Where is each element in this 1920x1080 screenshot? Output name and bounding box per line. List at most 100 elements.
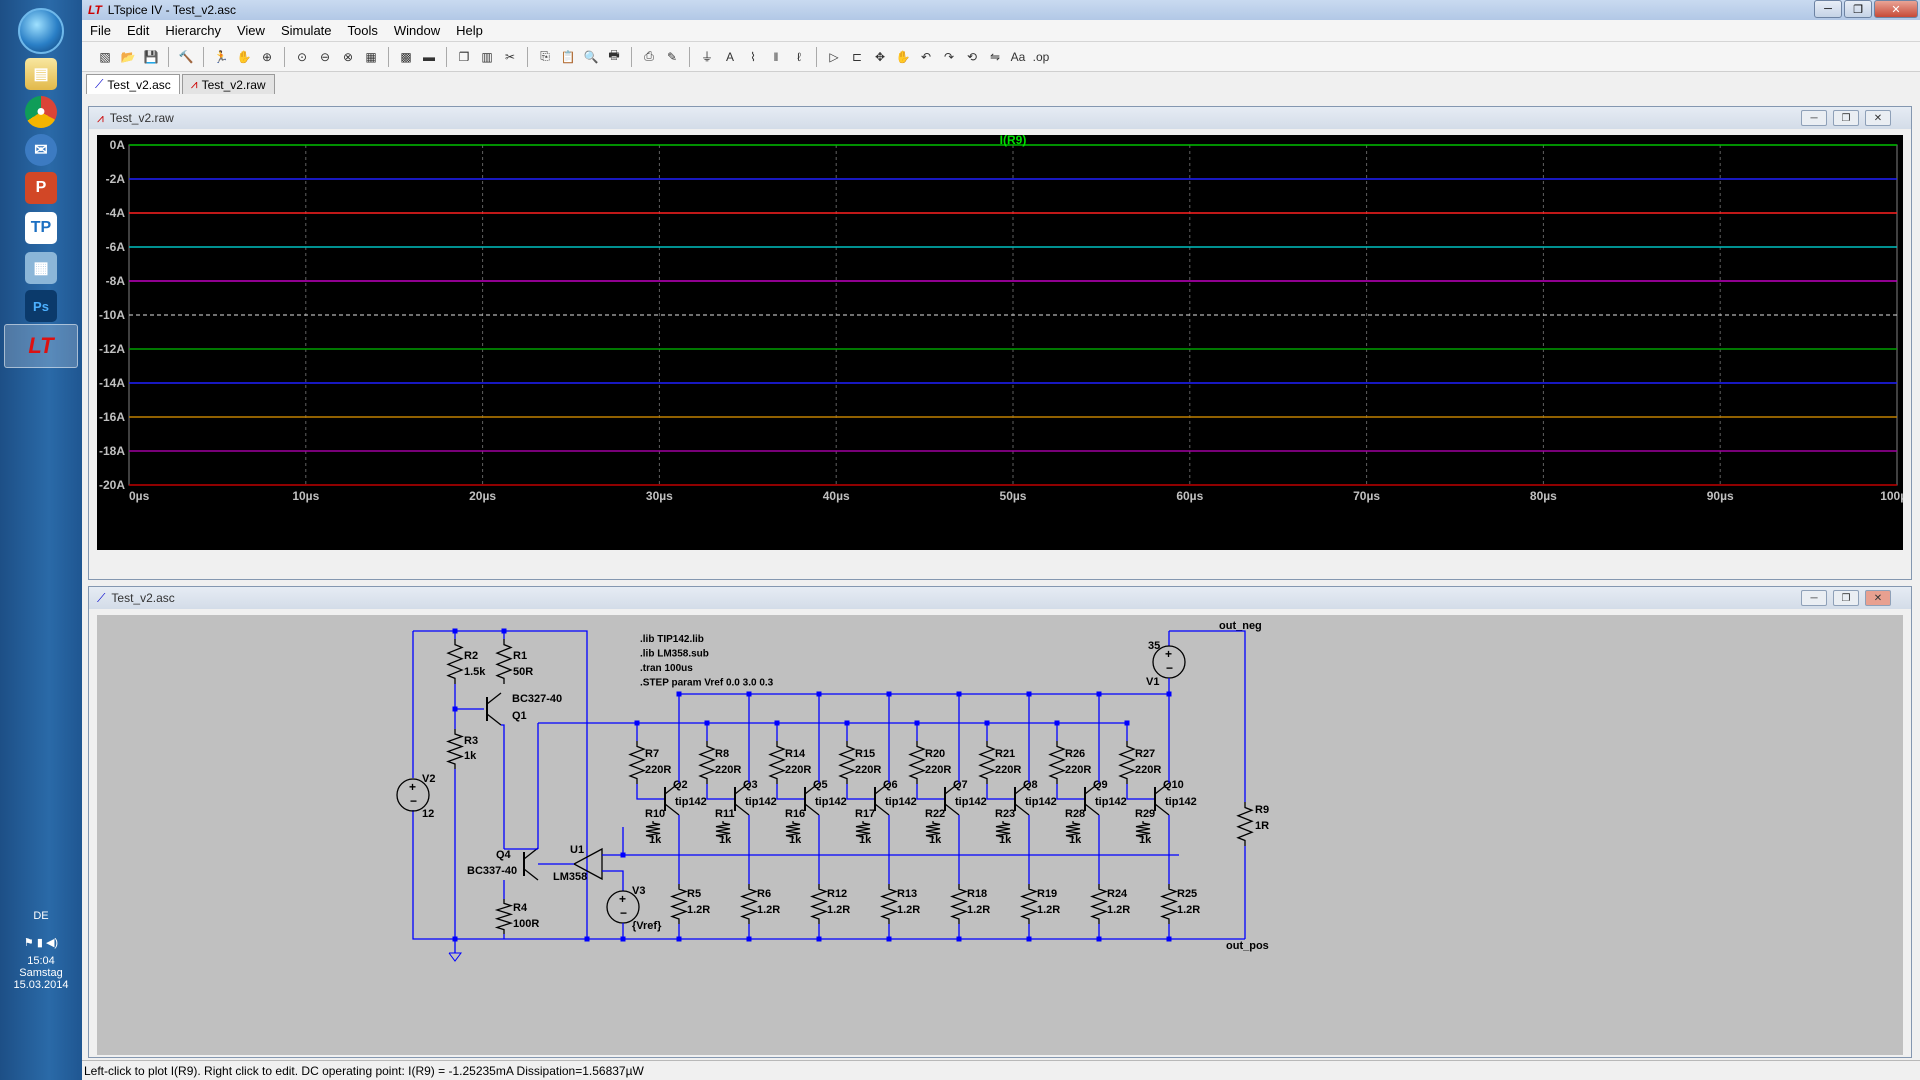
chrome-icon: ● (25, 96, 57, 128)
plot-close-button[interactable]: ✕ (1865, 110, 1891, 126)
powerpoint-icon: P (25, 172, 57, 204)
menu-view[interactable]: View (229, 23, 273, 38)
menu-edit[interactable]: Edit (119, 23, 157, 38)
system-tray: DE ⚑ ▮ ◀) 15:04 Samstag 15.03.2014 (0, 910, 82, 991)
textpad-button[interactable]: TP (4, 206, 78, 250)
resistor-r24 (1090, 884, 1108, 924)
zoom-fit-icon[interactable]: ⊗ (339, 48, 357, 66)
menu-hierarchy[interactable]: Hierarchy (157, 23, 229, 38)
junction (1166, 691, 1172, 697)
drag-icon[interactable]: ✋ (894, 48, 912, 66)
label-q9: Q9 (1093, 779, 1108, 791)
redo-icon[interactable]: ↷ (940, 48, 958, 66)
label-r27: R27 (1135, 748, 1155, 760)
schematic-minimize-button[interactable]: ─ (1801, 590, 1827, 606)
label-icon[interactable]: A (721, 48, 739, 66)
label-r15: R15 (855, 748, 875, 760)
windows-start-icon[interactable] (18, 8, 64, 54)
grid-icon[interactable]: ▩ (397, 48, 415, 66)
spice-directive-icon[interactable]: .op (1032, 48, 1050, 66)
cascade-icon[interactable]: ❐ (455, 48, 473, 66)
language-indicator[interactable]: DE (0, 910, 82, 922)
junction (956, 691, 962, 697)
source-plus-sign: + (1165, 647, 1172, 661)
toolbar-separator (284, 46, 285, 67)
menu-help[interactable]: Help (448, 23, 491, 38)
zoom-pan-icon[interactable]: ⊙ (293, 48, 311, 66)
text-icon[interactable]: Aa (1009, 48, 1027, 66)
transistor-q1-emitter (486, 713, 502, 726)
toolbar-separator (388, 46, 389, 67)
label-r20: R20 (925, 748, 945, 760)
copy-icon[interactable]: ⎘ (536, 48, 554, 66)
close-button[interactable]: ✕ (1874, 0, 1918, 18)
cut-icon[interactable]: ✂ (501, 48, 519, 66)
mirror-icon[interactable]: ⇋ (986, 48, 1004, 66)
photoshop-button[interactable]: Ps (4, 284, 78, 328)
waveform-plot[interactable]: 0µs 10µs 20µs 30µs 40µs 50µs 60µs 70µs 80µs 90µs 1… (97, 133, 1914, 550)
toolbar-separator (689, 46, 690, 67)
print-icon[interactable]: 🖶 (605, 48, 623, 66)
resistor-r26 (1048, 741, 1066, 784)
label-r18: R18 (967, 888, 987, 900)
zoom-in-icon[interactable]: ⊕ (258, 48, 276, 66)
minimize-button[interactable]: ─ (1814, 0, 1842, 18)
schematic-canvas[interactable]: .lib TIP142.lib .lib LM358.sub .tran 100us… (97, 615, 1903, 1055)
wire (1056, 784, 1084, 800)
plot-restore-button[interactable]: ❐ (1833, 110, 1859, 126)
label-r7: R7 (645, 748, 659, 760)
diode-icon[interactable]: ▷ (825, 48, 843, 66)
x-tick-label: 80µs (1530, 489, 1557, 503)
resistor-icon[interactable]: ⌇ (744, 48, 762, 66)
menu-tools[interactable]: Tools (340, 23, 386, 38)
file-explorer-icon: ▤ (25, 58, 57, 90)
menu-window[interactable]: Window (386, 23, 448, 38)
tray-icons[interactable]: ⚑ ▮ ◀) (0, 936, 82, 949)
new-schematic-icon[interactable]: ▧ (96, 48, 114, 66)
tile-vertical-icon[interactable]: ▥ (478, 48, 496, 66)
menu-simulate[interactable]: Simulate (273, 23, 340, 38)
tab-waveform[interactable]: ⩘ Test_v2.raw (181, 74, 275, 94)
resistor-r4 (494, 899, 514, 934)
halt-icon[interactable]: ✋ (235, 48, 253, 66)
undo-icon[interactable]: ↶ (917, 48, 935, 66)
menu-file[interactable]: File (82, 23, 119, 38)
schematic-close-button[interactable]: ✕ (1865, 590, 1891, 606)
run-icon[interactable]: 🏃 (212, 48, 230, 66)
component-icon[interactable]: ⊏ (848, 48, 866, 66)
label-r11-value: 1k (719, 834, 732, 846)
clock-time[interactable]: 15:04 (0, 955, 82, 967)
save-icon[interactable]: 💾 (142, 48, 160, 66)
print-preview-icon[interactable]: ⎙ (640, 48, 658, 66)
label-r12-value: 1.2R (827, 904, 850, 916)
label-r4: R4 (513, 902, 528, 914)
inductor-icon[interactable]: ℓ (790, 48, 808, 66)
ltspice-button[interactable]: LT (4, 324, 78, 368)
y-tick-label: -10A (99, 308, 125, 322)
resistor-r1 (495, 639, 513, 684)
label-r29: R29 (1135, 808, 1155, 820)
wire-icon[interactable]: ✎ (663, 48, 681, 66)
find-icon[interactable]: 🔍 (582, 48, 600, 66)
tile-horizontal-icon[interactable]: ▬ (420, 48, 438, 66)
schematic-restore-button[interactable]: ❐ (1833, 590, 1859, 606)
tab-schematic[interactable]: ⟋ Test_v2.asc (86, 74, 180, 94)
wire (501, 724, 505, 849)
label-q8: Q8 (1023, 779, 1038, 791)
ground-icon[interactable]: ⏚ (698, 48, 716, 66)
label-out-neg: out_neg (1219, 620, 1262, 632)
autorange-icon[interactable]: ▦ (362, 48, 380, 66)
capacitor-icon[interactable]: ‖ (767, 48, 785, 66)
zoom-out-icon[interactable]: ⊖ (316, 48, 334, 66)
resistor-r14 (768, 741, 786, 784)
powerpoint-button[interactable]: P (4, 166, 78, 210)
plot-minimize-button[interactable]: ─ (1801, 110, 1827, 126)
maximize-button[interactable]: ❐ (1844, 0, 1872, 18)
control-panel-icon[interactable]: 🔨 (177, 48, 195, 66)
label-v3-value: {Vref} (632, 920, 662, 932)
move-icon[interactable]: ✥ (871, 48, 889, 66)
open-icon[interactable]: 📂 (119, 48, 137, 66)
rotate-icon[interactable]: ⟲ (963, 48, 981, 66)
paste-icon[interactable]: 📋 (559, 48, 577, 66)
label-r16: R16 (785, 808, 805, 820)
